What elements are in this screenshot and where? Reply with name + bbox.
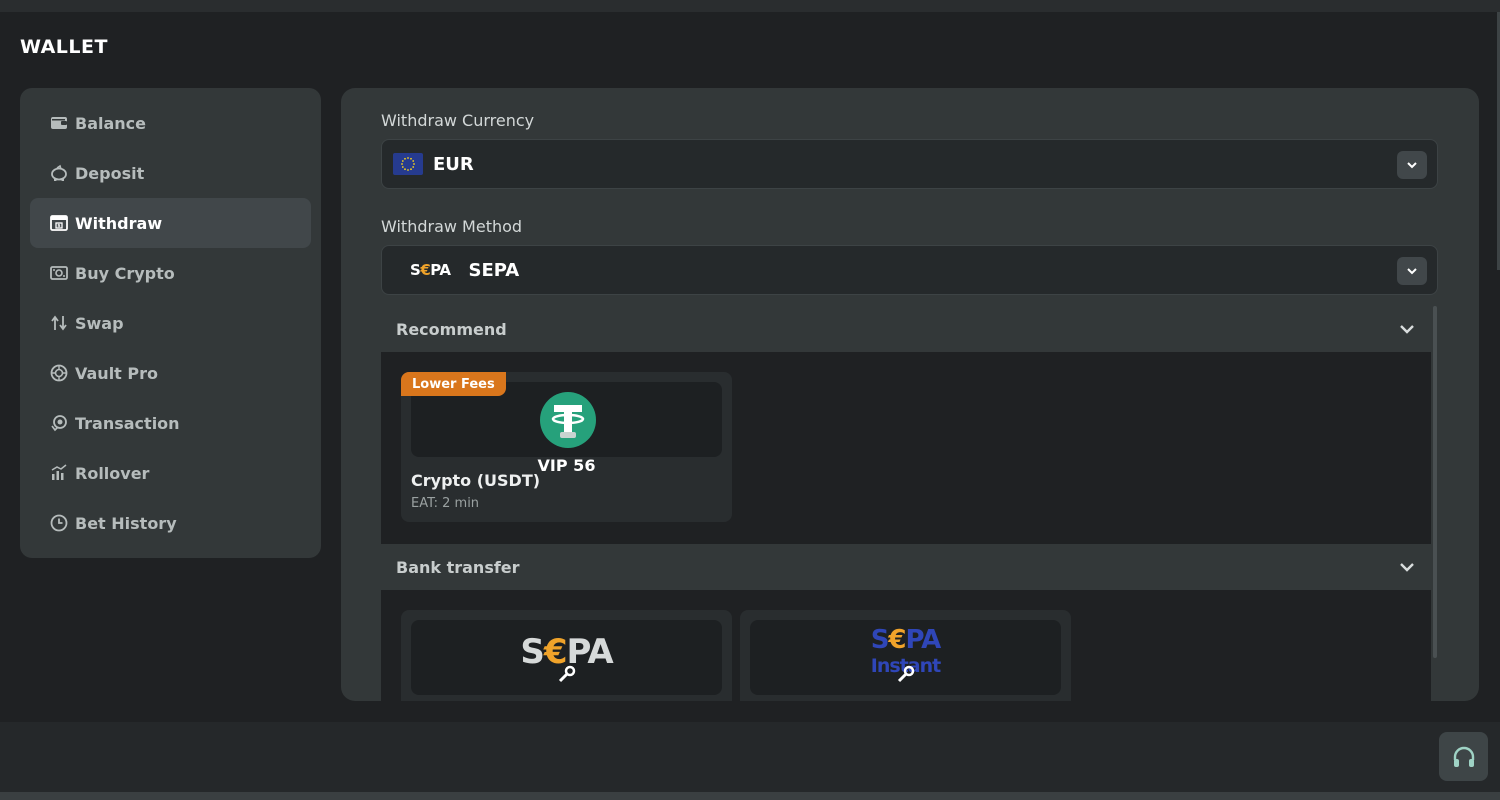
sidebar-item-buy-crypto[interactable]: Buy Crypto — [30, 248, 311, 298]
vip-level-label: VIP 56 — [537, 456, 596, 475]
sepa-logo: S€PA — [410, 261, 451, 279]
option-image: S€PA — [411, 620, 722, 695]
money-bill-icon — [50, 264, 68, 282]
options-scrollbar[interactable] — [1433, 306, 1437, 658]
withdraw-option-sepa[interactable]: S€PA — [401, 610, 732, 701]
piggy-bank-icon — [50, 164, 68, 182]
method-value: SEPA — [468, 259, 520, 281]
sidebar-item-label: Transaction — [75, 413, 180, 433]
swap-arrows-icon — [50, 314, 68, 332]
bar-chart-icon — [50, 464, 68, 482]
page-title: WALLET — [20, 36, 108, 58]
clock-icon — [50, 514, 68, 532]
sidebar-item-label: Withdraw — [75, 213, 163, 233]
section-header-recommend[interactable]: Recommend — [381, 306, 1431, 352]
footer-strip — [0, 792, 1500, 800]
chevron-down-icon[interactable] — [1397, 151, 1427, 179]
withdraw-method-label: Withdraw Method — [381, 217, 523, 236]
sidebar-item-label: Balance — [75, 113, 146, 133]
wrench-icon — [558, 665, 576, 683]
sidebar-item-label: Vault Pro — [75, 363, 159, 383]
section-title: Recommend — [396, 319, 507, 339]
sidebar-item-rollover[interactable]: Rollover — [30, 448, 311, 498]
withdraw-options-list: Recommend Lower Fees VIP 56 Crypto (USDT… — [381, 306, 1431, 701]
usdt-tether-icon — [540, 392, 596, 448]
sidebar-item-balance[interactable]: Balance — [30, 98, 311, 148]
sidebar-item-label: Swap — [75, 313, 124, 333]
sidebar-item-withdraw[interactable]: $ Withdraw — [30, 198, 311, 248]
support-button[interactable] — [1439, 732, 1488, 781]
sidebar-item-label: Buy Crypto — [75, 263, 175, 283]
wallet-sidebar: Balance Deposit $ Withdraw Buy Crypto Sw… — [20, 88, 321, 558]
chevron-down-icon — [1400, 563, 1414, 572]
withdraw-option-crypto-usdt[interactable]: Lower Fees VIP 56 Crypto (USDT) EAT: 2 m… — [401, 372, 732, 522]
section-title: Bank transfer — [396, 557, 520, 577]
sidebar-item-label: Rollover — [75, 463, 150, 483]
footer-bar — [0, 722, 1500, 792]
headphones-icon — [1453, 746, 1474, 767]
cash-register-icon: $ — [50, 214, 68, 232]
sidebar-item-deposit[interactable]: Deposit — [30, 148, 311, 198]
lower-fees-badge: Lower Fees — [401, 372, 506, 396]
option-image: S€PA Instant — [750, 620, 1061, 695]
withdraw-panel: Withdraw Currency EUR Withdraw Method S€… — [341, 88, 1479, 701]
withdraw-method-select[interactable]: S€PA SEPA — [381, 245, 1438, 295]
top-strip — [0, 0, 1500, 12]
currency-value: EUR — [433, 153, 474, 175]
sidebar-item-vault-pro[interactable]: Vault Pro — [30, 348, 311, 398]
wallet-icon — [50, 114, 68, 132]
section-header-bank-transfer[interactable]: Bank transfer — [381, 544, 1431, 590]
withdraw-currency-label: Withdraw Currency — [381, 111, 535, 130]
withdraw-currency-select[interactable]: EUR — [381, 139, 1438, 189]
sidebar-item-label: Deposit — [75, 163, 145, 183]
sidebar-item-swap[interactable]: Swap — [30, 298, 311, 348]
wrench-icon — [897, 665, 915, 683]
vault-icon — [50, 364, 68, 382]
svg-text:$: $ — [57, 223, 60, 229]
sidebar-item-label: Bet History — [75, 513, 177, 533]
option-eta: EAT: 2 min — [411, 496, 480, 511]
sidebar-item-transaction[interactable]: Transaction — [30, 398, 311, 448]
withdraw-option-sepa-instant[interactable]: S€PA Instant — [740, 610, 1071, 701]
sidebar-item-bet-history[interactable]: Bet History — [30, 498, 311, 548]
chevron-down-icon[interactable] — [1397, 257, 1427, 285]
eu-flag-icon — [393, 153, 423, 175]
coin-transfer-icon — [50, 414, 68, 432]
chevron-down-icon — [1400, 325, 1414, 334]
